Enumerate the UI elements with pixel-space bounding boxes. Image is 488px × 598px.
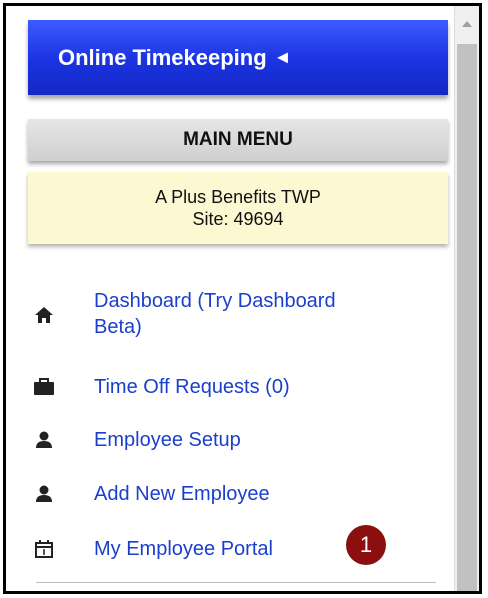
- dashboard-label-line2: Beta): [94, 316, 142, 338]
- user-icon: [33, 483, 55, 505]
- site-info-box: A Plus Benefits TWP Site: 49694: [28, 172, 448, 244]
- site-number: Site: 49694: [192, 209, 284, 229]
- home-icon: [33, 304, 55, 326]
- main-menu-heading: MAIN MENU: [28, 119, 448, 161]
- nav-label-employee-setup[interactable]: Employee Setup: [94, 427, 241, 453]
- nav-label-add-new-employee[interactable]: Add New Employee: [94, 481, 270, 507]
- online-timekeeping-header[interactable]: Online Timekeeping ◄: [28, 20, 448, 95]
- vertical-scrollbar[interactable]: [454, 6, 479, 591]
- calendar-icon: [33, 538, 55, 560]
- nav-label-time-off[interactable]: Time Off Requests (0): [94, 374, 290, 400]
- scroll-up-arrow-icon[interactable]: [455, 6, 479, 42]
- sidebar-panel: Online Timekeeping ◄ MAIN MENU A Plus Be…: [6, 6, 456, 591]
- header-title: Online Timekeeping: [58, 44, 267, 70]
- briefcase-icon: [33, 376, 55, 398]
- main-menu-title: MAIN MENU: [183, 129, 293, 150]
- nav-label-my-employee-portal[interactable]: My Employee Portal: [94, 536, 273, 562]
- nav-divider: [36, 582, 436, 583]
- screenshot-frame: Online Timekeeping ◄ MAIN MENU A Plus Be…: [3, 3, 482, 594]
- user-icon: [33, 429, 55, 451]
- nav-label-dashboard[interactable]: Dashboard (Try Dashboard Beta): [94, 288, 336, 340]
- scrollbar-thumb[interactable]: [457, 44, 477, 591]
- collapse-arrow-icon[interactable]: ◄: [274, 47, 292, 68]
- company-name: A Plus Benefits TWP: [155, 187, 321, 207]
- dashboard-label-line1: Dashboard (Try Dashboard: [94, 290, 336, 312]
- annotation-badge: 1: [346, 525, 386, 565]
